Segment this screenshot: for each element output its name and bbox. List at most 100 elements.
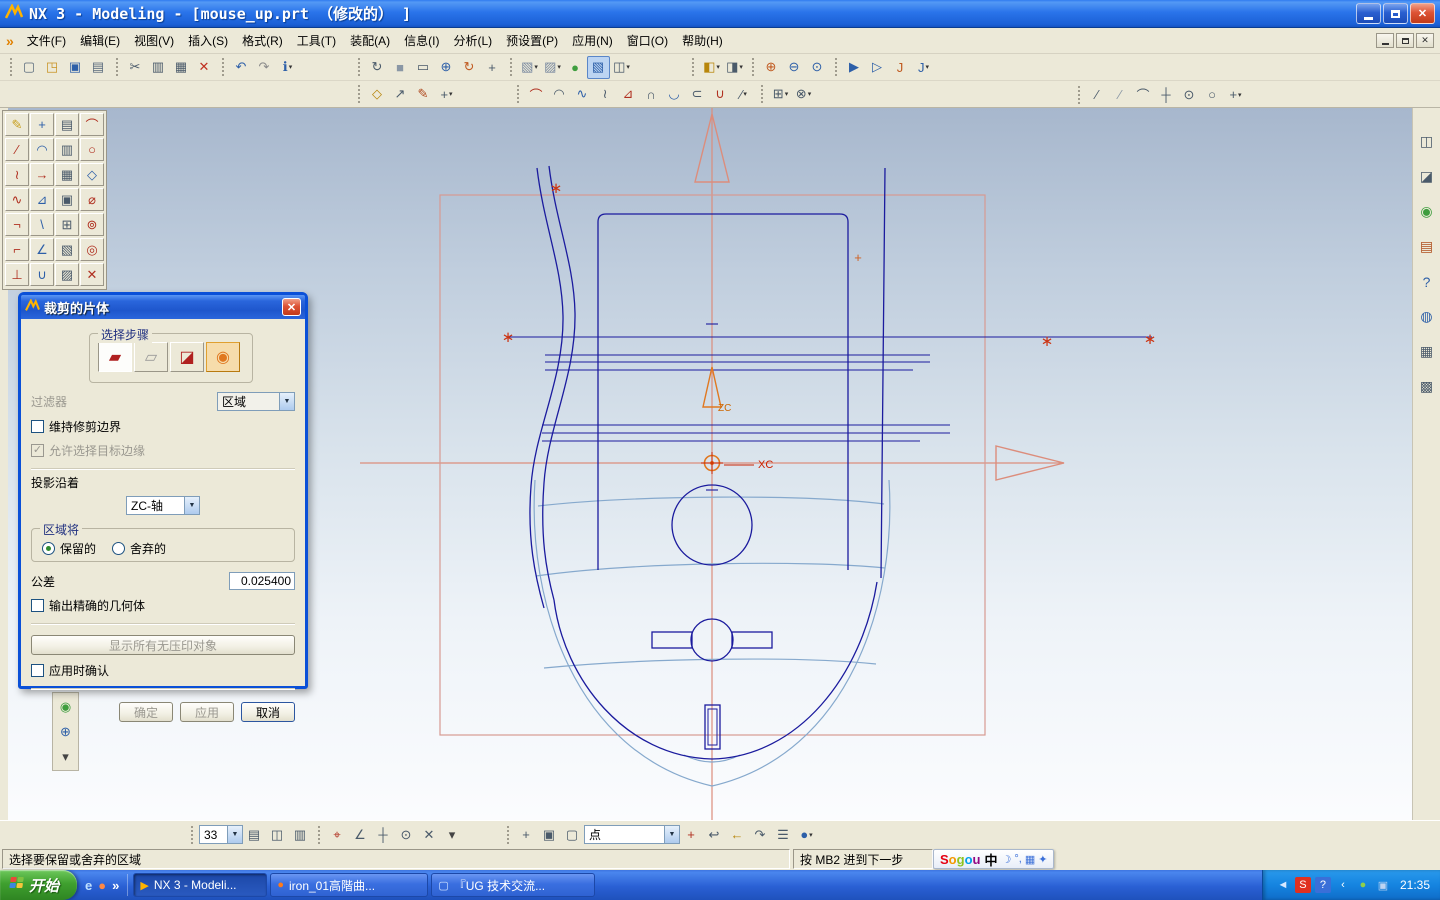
snap-endpoint-icon[interactable]: ∠ xyxy=(349,823,372,846)
grid-icon[interactable]: ⊞ xyxy=(55,213,79,236)
dialog-close-button[interactable]: ✕ xyxy=(282,298,301,316)
point-method-combo[interactable]: 点▼ xyxy=(584,825,680,844)
filter-combo[interactable]: 区域▼ xyxy=(217,392,295,411)
cancel-button[interactable]: 取消 xyxy=(241,702,295,722)
toolbar-grip[interactable] xyxy=(9,57,13,77)
tray-help-icon[interactable]: ? xyxy=(1315,877,1331,893)
info-icon[interactable]: ℹ▾ xyxy=(276,56,299,79)
menu-item[interactable]: 预设置(P) xyxy=(499,28,565,53)
tray-volume-icon[interactable]: ◄ xyxy=(1275,877,1291,893)
point-tool-icon[interactable]: +▾ xyxy=(435,83,458,106)
toolbar-grip[interactable] xyxy=(115,57,119,77)
start-button[interactable]: 开始 xyxy=(0,870,77,900)
toolbar-grip[interactable] xyxy=(1077,85,1081,105)
sogou-mode-toggle[interactable]: 中 xyxy=(984,850,997,869)
media-quicklaunch-icon[interactable]: ● xyxy=(98,878,106,893)
assembly-context-icon[interactable]: ● xyxy=(564,56,587,79)
sogou-keyboard-icon[interactable]: ▦ xyxy=(1025,853,1035,866)
refresh-view-icon[interactable]: ↻ xyxy=(366,56,389,79)
menu-item[interactable]: 工具(T) xyxy=(290,28,343,53)
cross-icon[interactable]: ✕ xyxy=(80,263,104,286)
perpendicular-icon[interactable]: ⊥ xyxy=(5,263,29,286)
menu-item[interactable]: 插入(S) xyxy=(181,28,235,53)
deselect-icon[interactable]: ▢ xyxy=(561,823,584,846)
exact-geometry-checkbox[interactable]: 输出精确的几何体 xyxy=(31,597,295,614)
tray-sogou-icon[interactable]: S xyxy=(1295,877,1311,893)
part-navigator-icon[interactable]: ▤ xyxy=(1415,235,1438,258)
diameter-icon[interactable]: ⌀ xyxy=(80,188,104,211)
sketch-icon[interactable]: ✎ xyxy=(412,83,435,106)
confirm-on-apply-checkbox[interactable]: 应用时确认 xyxy=(31,662,295,679)
show-unimprinted-button[interactable]: 显示所有无压印对象 xyxy=(31,635,295,655)
rect-icon[interactable]: ▥ xyxy=(55,138,79,161)
intersect-curve-icon[interactable]: ∩ xyxy=(640,83,663,106)
toolbar-grip[interactable] xyxy=(751,57,755,77)
fillet-icon[interactable]: ┼ xyxy=(1155,83,1178,106)
snap-intersection-icon[interactable]: ✕ xyxy=(418,823,441,846)
menu-item[interactable]: 文件(F) xyxy=(20,28,73,53)
profile-icon[interactable]: ✎ xyxy=(5,113,29,136)
tray-net-icon[interactable]: ▣ xyxy=(1375,877,1391,893)
discard-region-radio[interactable]: 舍弃的 xyxy=(112,540,166,557)
snap-more-icon[interactable]: ▾ xyxy=(441,823,464,846)
project-icon[interactable]: → xyxy=(30,163,54,186)
minimize-button[interactable] xyxy=(1356,3,1381,24)
selection-filter-icon[interactable]: + xyxy=(515,823,538,846)
angle-icon[interactable]: ∠ xyxy=(30,238,54,261)
snap-midpoint-icon[interactable]: ┼ xyxy=(372,823,395,846)
line-icon[interactable]: ∕ xyxy=(1086,83,1109,106)
keep-boundary-checkbox[interactable]: 维持修剪边界 xyxy=(31,418,295,435)
corner-icon[interactable]: ¬ xyxy=(5,213,29,236)
task-ug-forum[interactable]: ▢ 『UG 技术交流... xyxy=(431,873,595,897)
datum-plane-icon[interactable]: ◇ xyxy=(366,83,389,106)
circle-icon[interactable]: ○ xyxy=(1201,83,1224,106)
project-axis-combo[interactable]: ZC-轴▼ xyxy=(126,496,200,515)
split-resource-icon[interactable]: ◪ xyxy=(1415,165,1438,188)
zoom-icon[interactable]: ⊕ xyxy=(435,56,458,79)
delete-icon[interactable]: ✕ xyxy=(193,56,216,79)
sogou-moon-icon[interactable]: ☽ xyxy=(1002,853,1012,866)
web-browser-icon[interactable]: ◍ xyxy=(1415,305,1438,328)
restore-button[interactable] xyxy=(1383,3,1408,24)
tolerance-input[interactable] xyxy=(229,572,295,590)
redo-step-icon[interactable]: ↷ xyxy=(749,823,772,846)
toolbar-grip[interactable] xyxy=(357,57,361,77)
toolbar-grip[interactable] xyxy=(834,57,838,77)
pattern-icon[interactable]: ▦ xyxy=(55,163,79,186)
pan-view-icon[interactable]: + xyxy=(481,56,504,79)
menu-item[interactable]: 编辑(E) xyxy=(73,28,127,53)
menu-item[interactable]: 格式(R) xyxy=(235,28,290,53)
pan-hand-icon[interactable]: ☰ xyxy=(772,823,795,846)
toolbar-grip[interactable] xyxy=(509,57,513,77)
section-curve-icon[interactable]: ◡ xyxy=(663,83,686,106)
cut-icon[interactable]: ✂ xyxy=(124,56,147,79)
radio-dot[interactable] xyxy=(112,542,125,555)
join-curve-icon[interactable]: ∕▾ xyxy=(732,83,755,106)
sogou-input-bar[interactable]: Sogou 中 ☽°,▦✦ xyxy=(933,849,1054,869)
step-region-button[interactable]: ◉ xyxy=(206,342,240,372)
circle-icon[interactable]: ○ xyxy=(80,138,104,161)
sogou-punct-icon[interactable]: °, xyxy=(1014,853,1021,866)
ok-button[interactable]: 确定 xyxy=(119,702,173,722)
offset-curve-icon[interactable]: ≀ xyxy=(594,83,617,106)
hatch-icon[interactable]: ▧ xyxy=(55,238,79,261)
point-icon[interactable]: + xyxy=(30,113,54,136)
menu-item[interactable]: 帮助(H) xyxy=(675,28,730,53)
toolbar-grip[interactable] xyxy=(221,57,225,77)
snap-view-icon[interactable]: ◨▾ xyxy=(723,56,746,79)
chevron-down-icon[interactable]: ▼ xyxy=(227,826,242,843)
layer-category-icon[interactable]: ▥ xyxy=(289,823,312,846)
tray-msg-icon[interactable]: ● xyxy=(1355,877,1371,893)
palette-icon[interactable]: ▩ xyxy=(1415,375,1438,398)
step-back-icon[interactable]: ↩ xyxy=(703,823,726,846)
more-quicklaunch-icon[interactable]: » xyxy=(112,878,119,893)
expand-mini-icon[interactable]: ▾ xyxy=(54,745,77,768)
slope-icon[interactable]: \ xyxy=(30,213,54,236)
bracket-icon[interactable]: ⌐ xyxy=(5,238,29,261)
rotate-view-icon[interactable]: ↻ xyxy=(458,56,481,79)
toolbar-grip[interactable] xyxy=(190,825,194,845)
toolbar-grip[interactable] xyxy=(317,825,321,845)
redo-icon[interactable]: ↷ xyxy=(253,56,276,79)
menu-item[interactable]: 信息(I) xyxy=(397,28,446,53)
point-set-icon[interactable]: ▤ xyxy=(55,113,79,136)
